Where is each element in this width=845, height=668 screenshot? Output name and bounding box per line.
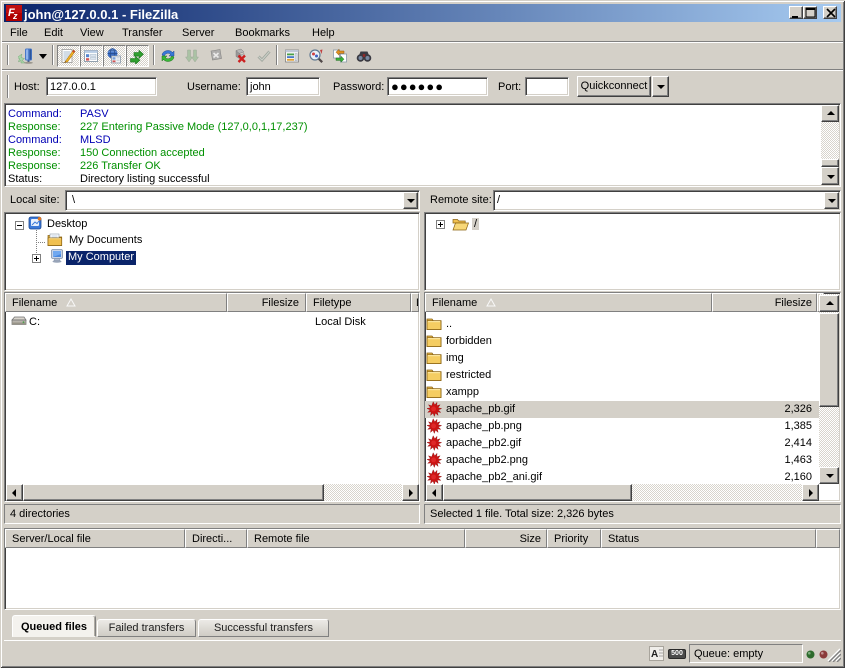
svg-text:z: z	[12, 11, 18, 21]
svg-text:A: A	[651, 649, 658, 660]
